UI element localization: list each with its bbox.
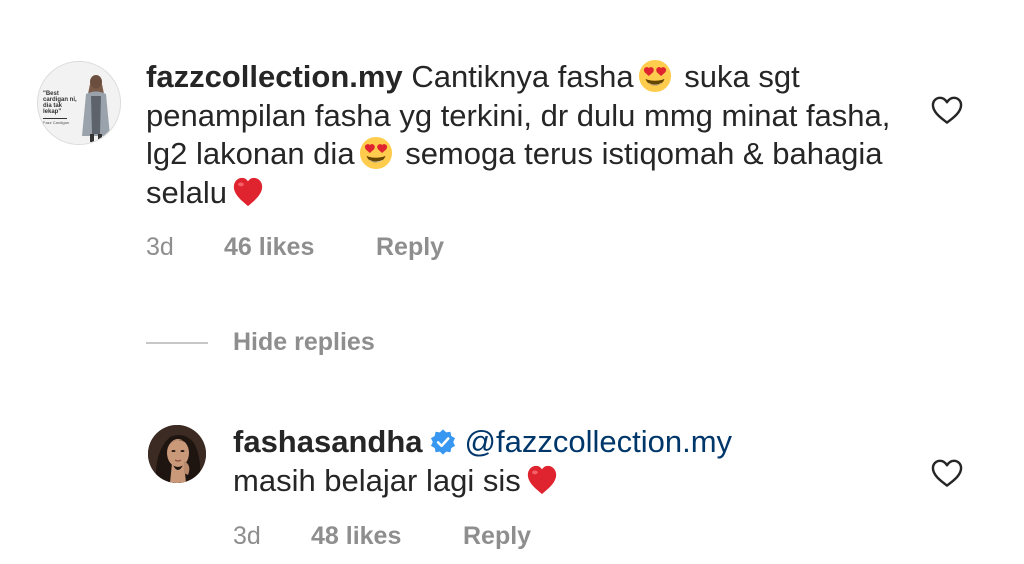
mention-link[interactable]: @fazzcollection.my	[465, 424, 733, 459]
red-heart-emoji	[231, 175, 265, 209]
reply-button[interactable]: Reply	[463, 522, 531, 551]
avatar-quote-line: lekap"	[43, 109, 61, 115]
verified-badge-icon	[430, 429, 455, 455]
reply-timestamp: 3d	[233, 522, 261, 550]
commenter-avatar[interactable]: "Best cardigan ni, dia tak lekap" Fazz C…	[37, 61, 121, 145]
reply-text: fashasandha @fazzcollection.my masih bel…	[233, 423, 913, 500]
reply-author-username[interactable]: fashasandha	[233, 424, 423, 459]
heart-eyes-emoji	[638, 59, 672, 93]
like-heart-icon[interactable]	[930, 458, 964, 488]
reply-author-avatar[interactable]	[148, 425, 206, 483]
comment-likes-count[interactable]: 46 likes	[224, 233, 314, 262]
comment-text-segment: Cantiknya fasha	[411, 59, 634, 94]
avatar-brand: Fazz Cardigan	[43, 120, 69, 125]
red-heart-emoji	[525, 463, 559, 497]
comment-text-segment: suka	[684, 59, 750, 94]
heart-eyes-emoji	[359, 136, 393, 170]
reply-button[interactable]: Reply	[376, 233, 444, 262]
replies-divider	[146, 342, 208, 344]
comment-timestamp: 3d	[146, 233, 174, 261]
reply-text-segment: masih belajar lagi sis	[233, 462, 521, 498]
comment-text-segment: semoga terus	[405, 136, 594, 171]
comment-text: fazzcollection.my Cantiknya fasha suka s…	[146, 58, 906, 212]
reply-likes-count[interactable]: 48 likes	[311, 522, 401, 551]
commenter-username[interactable]: fazzcollection.my	[146, 59, 403, 94]
hide-replies-button[interactable]: Hide replies	[233, 328, 375, 357]
like-heart-icon[interactable]	[930, 95, 964, 125]
